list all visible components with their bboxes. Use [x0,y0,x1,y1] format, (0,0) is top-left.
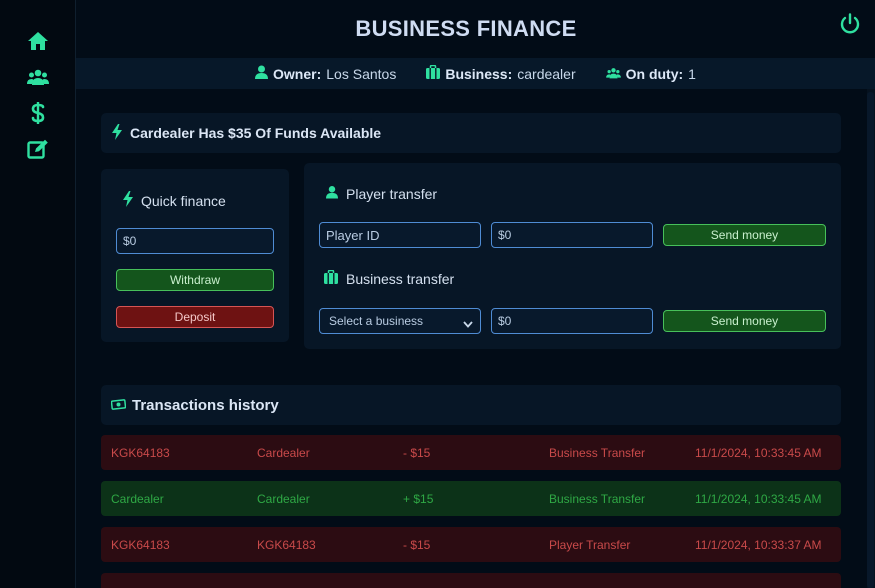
business-amount-input[interactable]: $0 [491,308,653,334]
history-header: Transactions history [101,385,841,425]
scrollbar-thumb[interactable] [867,92,874,588]
withdraw-button[interactable]: Withdraw [116,269,274,291]
sidebar [0,0,76,588]
info-bar: Owner: Los Santos Business: cardealer On… [76,58,875,89]
business-info: Business: cardealer [426,64,576,82]
funds-banner: Cardealer Has $35 Of Funds Available [101,113,841,153]
main-content: BUSINESS FINANCE Owner: Los Santos Busin… [76,0,875,588]
tx-amount: - $15 [403,538,431,552]
owner-value: Los Santos [326,65,397,82]
edit-icon[interactable] [26,137,50,161]
deposit-button[interactable]: Deposit [116,306,274,328]
player-send-button[interactable]: Send money [663,224,826,246]
users-icon [605,66,621,82]
tx-type: Player Transfer [549,538,631,552]
duty-info: On duty: 1 [605,65,696,82]
tx-date: 11/1/2024, 10:33:37 AM [695,538,822,552]
quick-finance-header: Quick finance [123,191,226,210]
chevron-down-icon [463,317,473,331]
tx-to: Cardealer [257,446,310,460]
transfer-panel: Player transfer Player ID $0 Send money … [304,163,841,349]
quick-amount-input[interactable]: $0 [116,228,274,254]
briefcase-icon [324,269,338,287]
table-row-partial [101,573,841,588]
business-value: cardealer [517,65,576,82]
player-transfer-title: Player transfer [346,185,438,202]
table-row: Cardealer Cardealer + $15 Business Trans… [101,481,841,516]
tx-from: KGK64183 [111,538,170,552]
money-icon [110,397,127,414]
user-icon [326,185,338,202]
table-row: KGK64183 KGK64183 - $15 Player Transfer … [101,527,841,562]
home-icon[interactable] [26,29,50,53]
tx-amount: + $15 [403,492,434,506]
business-select-value: Select a business [329,314,424,328]
briefcase-icon [426,64,441,82]
tx-from: KGK64183 [111,446,170,460]
owner-label: Owner: [273,65,322,82]
funds-text: Cardealer Has $35 Of Funds Available [130,125,382,141]
player-amount-input[interactable]: $0 [491,222,653,248]
business-transfer-title: Business transfer [346,270,455,287]
player-id-input[interactable]: Player ID [319,222,481,248]
tx-type: Business Transfer [549,492,646,506]
dollar-icon[interactable] [26,101,50,125]
tx-date: 11/1/2024, 10:33:45 AM [695,446,822,460]
user-icon [255,65,269,82]
business-send-button[interactable]: Send money [663,310,826,332]
tx-to: KGK64183 [257,538,316,552]
power-icon[interactable] [838,12,862,36]
player-transfer-header: Player transfer [326,185,437,202]
page-title: BUSINESS FINANCE [355,16,577,41]
quick-finance-panel: Quick finance $0 Withdraw Deposit [101,169,289,342]
duty-value: 1 [688,65,696,82]
users-icon[interactable] [26,65,50,89]
tx-type: Business Transfer [549,446,646,460]
tx-amount: - $15 [403,446,431,460]
business-transfer-header: Business transfer [324,269,455,287]
bolt-icon [123,191,133,210]
duty-label: On duty: [625,65,684,82]
table-row: KGK64183 Cardealer - $15 Business Transf… [101,435,841,470]
tx-from: Cardealer [111,492,164,506]
quick-finance-title: Quick finance [141,192,226,209]
business-label: Business: [445,65,513,82]
history-title: Transactions history [132,396,279,414]
bolt-icon [112,123,122,143]
business-select[interactable]: Select a business [319,308,481,334]
tx-to: Cardealer [257,492,310,506]
owner-info: Owner: Los Santos [255,65,396,82]
tx-date: 11/1/2024, 10:33:45 AM [695,492,822,506]
